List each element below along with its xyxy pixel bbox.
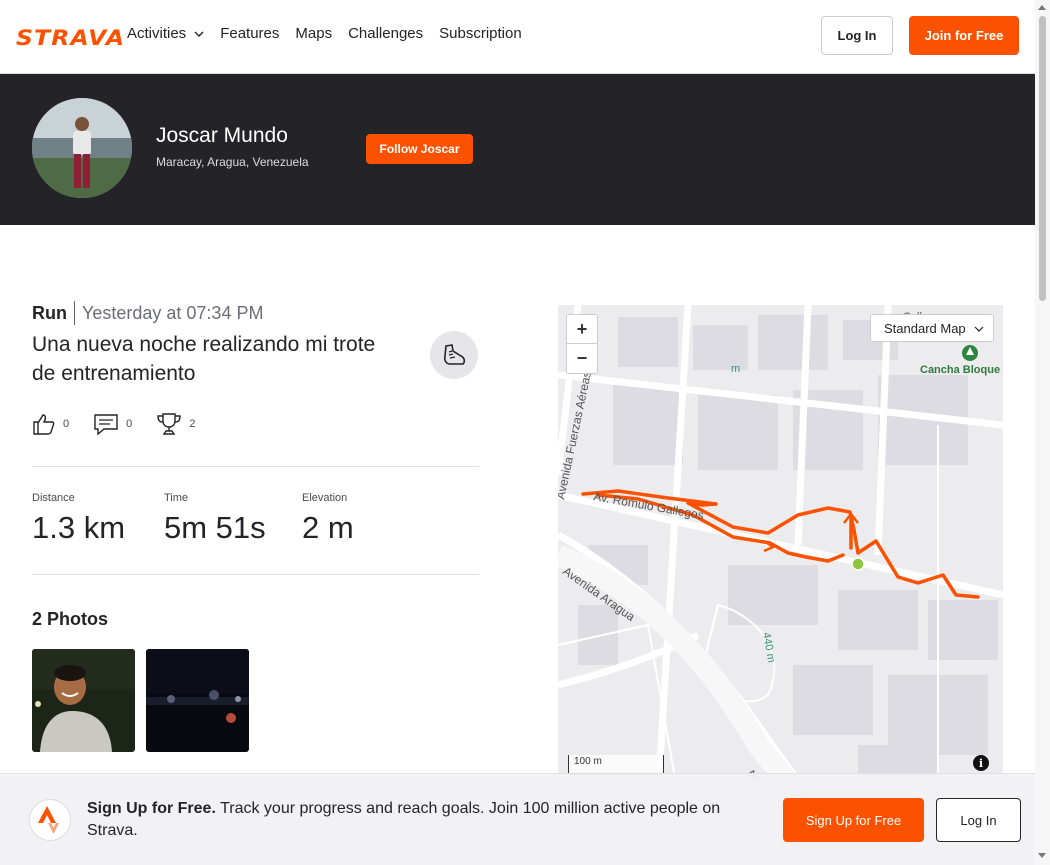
chevron-down-icon	[194, 31, 204, 37]
stat-time: Time 5m 51s	[164, 492, 266, 546]
thumbs-up-icon	[33, 414, 55, 435]
nav-item-activities[interactable]: Activities	[127, 25, 204, 42]
photo-thumbnail[interactable]	[32, 649, 135, 752]
zoom-out-button[interactable]: −	[567, 344, 597, 373]
photos-heading: 2 Photos	[32, 609, 109, 629]
map-canvas: Av. Romulo Gallegos Avenida Aragua Aveni…	[558, 305, 1003, 795]
activity-header: Run Yesterday at 07:34 PM	[32, 301, 263, 325]
info-icon[interactable]: i	[973, 755, 989, 771]
signup-lead: Sign Up for Free.	[87, 800, 216, 817]
comments-count: 0	[126, 418, 133, 430]
comments-button[interactable]: 0	[93, 412, 132, 436]
divider	[32, 466, 479, 467]
photo-selfie	[32, 649, 135, 752]
photo-thumbnail[interactable]	[146, 649, 249, 752]
stat-value: 5m 51s	[164, 510, 266, 545]
kudos-button[interactable]: 0	[32, 412, 69, 436]
svg-text:Cancha Bloque: Cancha Bloque	[920, 364, 1000, 376]
chevron-down-icon	[974, 326, 984, 332]
athlete-location: Maracay, Aragua, Venezuela	[156, 155, 309, 169]
shoe-icon	[430, 331, 478, 379]
nav-item-maps[interactable]: Maps	[295, 25, 332, 42]
scrollbar[interactable]	[1035, 0, 1050, 865]
zoom-control: + −	[566, 314, 598, 374]
signup-message: Sign Up for Free. Track your progress an…	[87, 798, 767, 842]
scroll-down-icon[interactable]	[1038, 853, 1046, 858]
scroll-up-icon[interactable]	[1038, 5, 1046, 10]
achievements-count: 2	[189, 418, 196, 430]
map-type-label: Standard Map	[884, 320, 966, 336]
activity-time: Yesterday at 07:34 PM	[82, 302, 264, 323]
stat-label: Elevation	[302, 492, 348, 504]
athlete-header: Joscar Mundo Maracay, Aragua, Venezuela …	[0, 74, 1035, 225]
athlete-name[interactable]: Joscar Mundo	[156, 124, 288, 148]
activity-title: Una nueva noche realizando mi trote de e…	[32, 333, 376, 385]
stat-value: 2 m	[302, 510, 354, 545]
stat-distance: Distance 1.3 km	[32, 492, 125, 546]
stat-value: 1.3 km	[32, 510, 126, 545]
map-scale: 100 m	[568, 755, 664, 775]
nav-item-challenges[interactable]: Challenges	[348, 25, 423, 42]
signup-button[interactable]: Sign Up for Free	[783, 798, 924, 842]
kudos-count: 0	[63, 418, 70, 430]
follow-button[interactable]: Follow Joscar	[366, 134, 473, 164]
stat-elevation: Elevation 2 m	[302, 492, 354, 546]
social-actions: 0 0 2	[32, 412, 219, 436]
athlete-avatar[interactable]	[32, 98, 132, 198]
map-type-select[interactable]: Standard Map	[870, 314, 994, 342]
divider	[32, 574, 479, 575]
login-button[interactable]: Log In	[821, 16, 893, 55]
nav-item-features[interactable]: Features	[220, 25, 279, 42]
top-navigation: STRAVA Activities Features Maps Challeng…	[0, 0, 1035, 74]
photo-night-park	[146, 649, 249, 752]
strava-logo[interactable]: STRAVA	[16, 26, 125, 50]
trophy-icon	[157, 413, 181, 435]
svg-text:m: m	[731, 363, 740, 375]
achievements-button[interactable]: 2	[156, 412, 195, 436]
nav-links: Activities Features Maps Challenges Subs…	[127, 25, 522, 42]
activity-type: Run	[32, 302, 67, 323]
activity-map[interactable]: Av. Romulo Gallegos Avenida Aragua Aveni…	[558, 305, 1003, 795]
comment-icon	[94, 414, 118, 436]
banner-login-button[interactable]: Log In	[936, 798, 1021, 842]
join-for-free-button[interactable]: Join for Free	[909, 16, 1019, 55]
nav-item-label: Activities	[127, 25, 187, 42]
signup-banner: Sign Up for Free. Track your progress an…	[0, 773, 1035, 865]
scrollbar-thumb[interactable]	[1039, 16, 1046, 301]
stat-label: Time	[164, 492, 189, 504]
nav-item-subscription[interactable]: Subscription	[439, 25, 522, 42]
avatar-photo	[32, 98, 132, 198]
zoom-in-button[interactable]: +	[567, 315, 597, 344]
stat-label: Distance	[32, 492, 75, 504]
divider	[74, 301, 75, 325]
strava-mark-icon	[29, 799, 71, 841]
